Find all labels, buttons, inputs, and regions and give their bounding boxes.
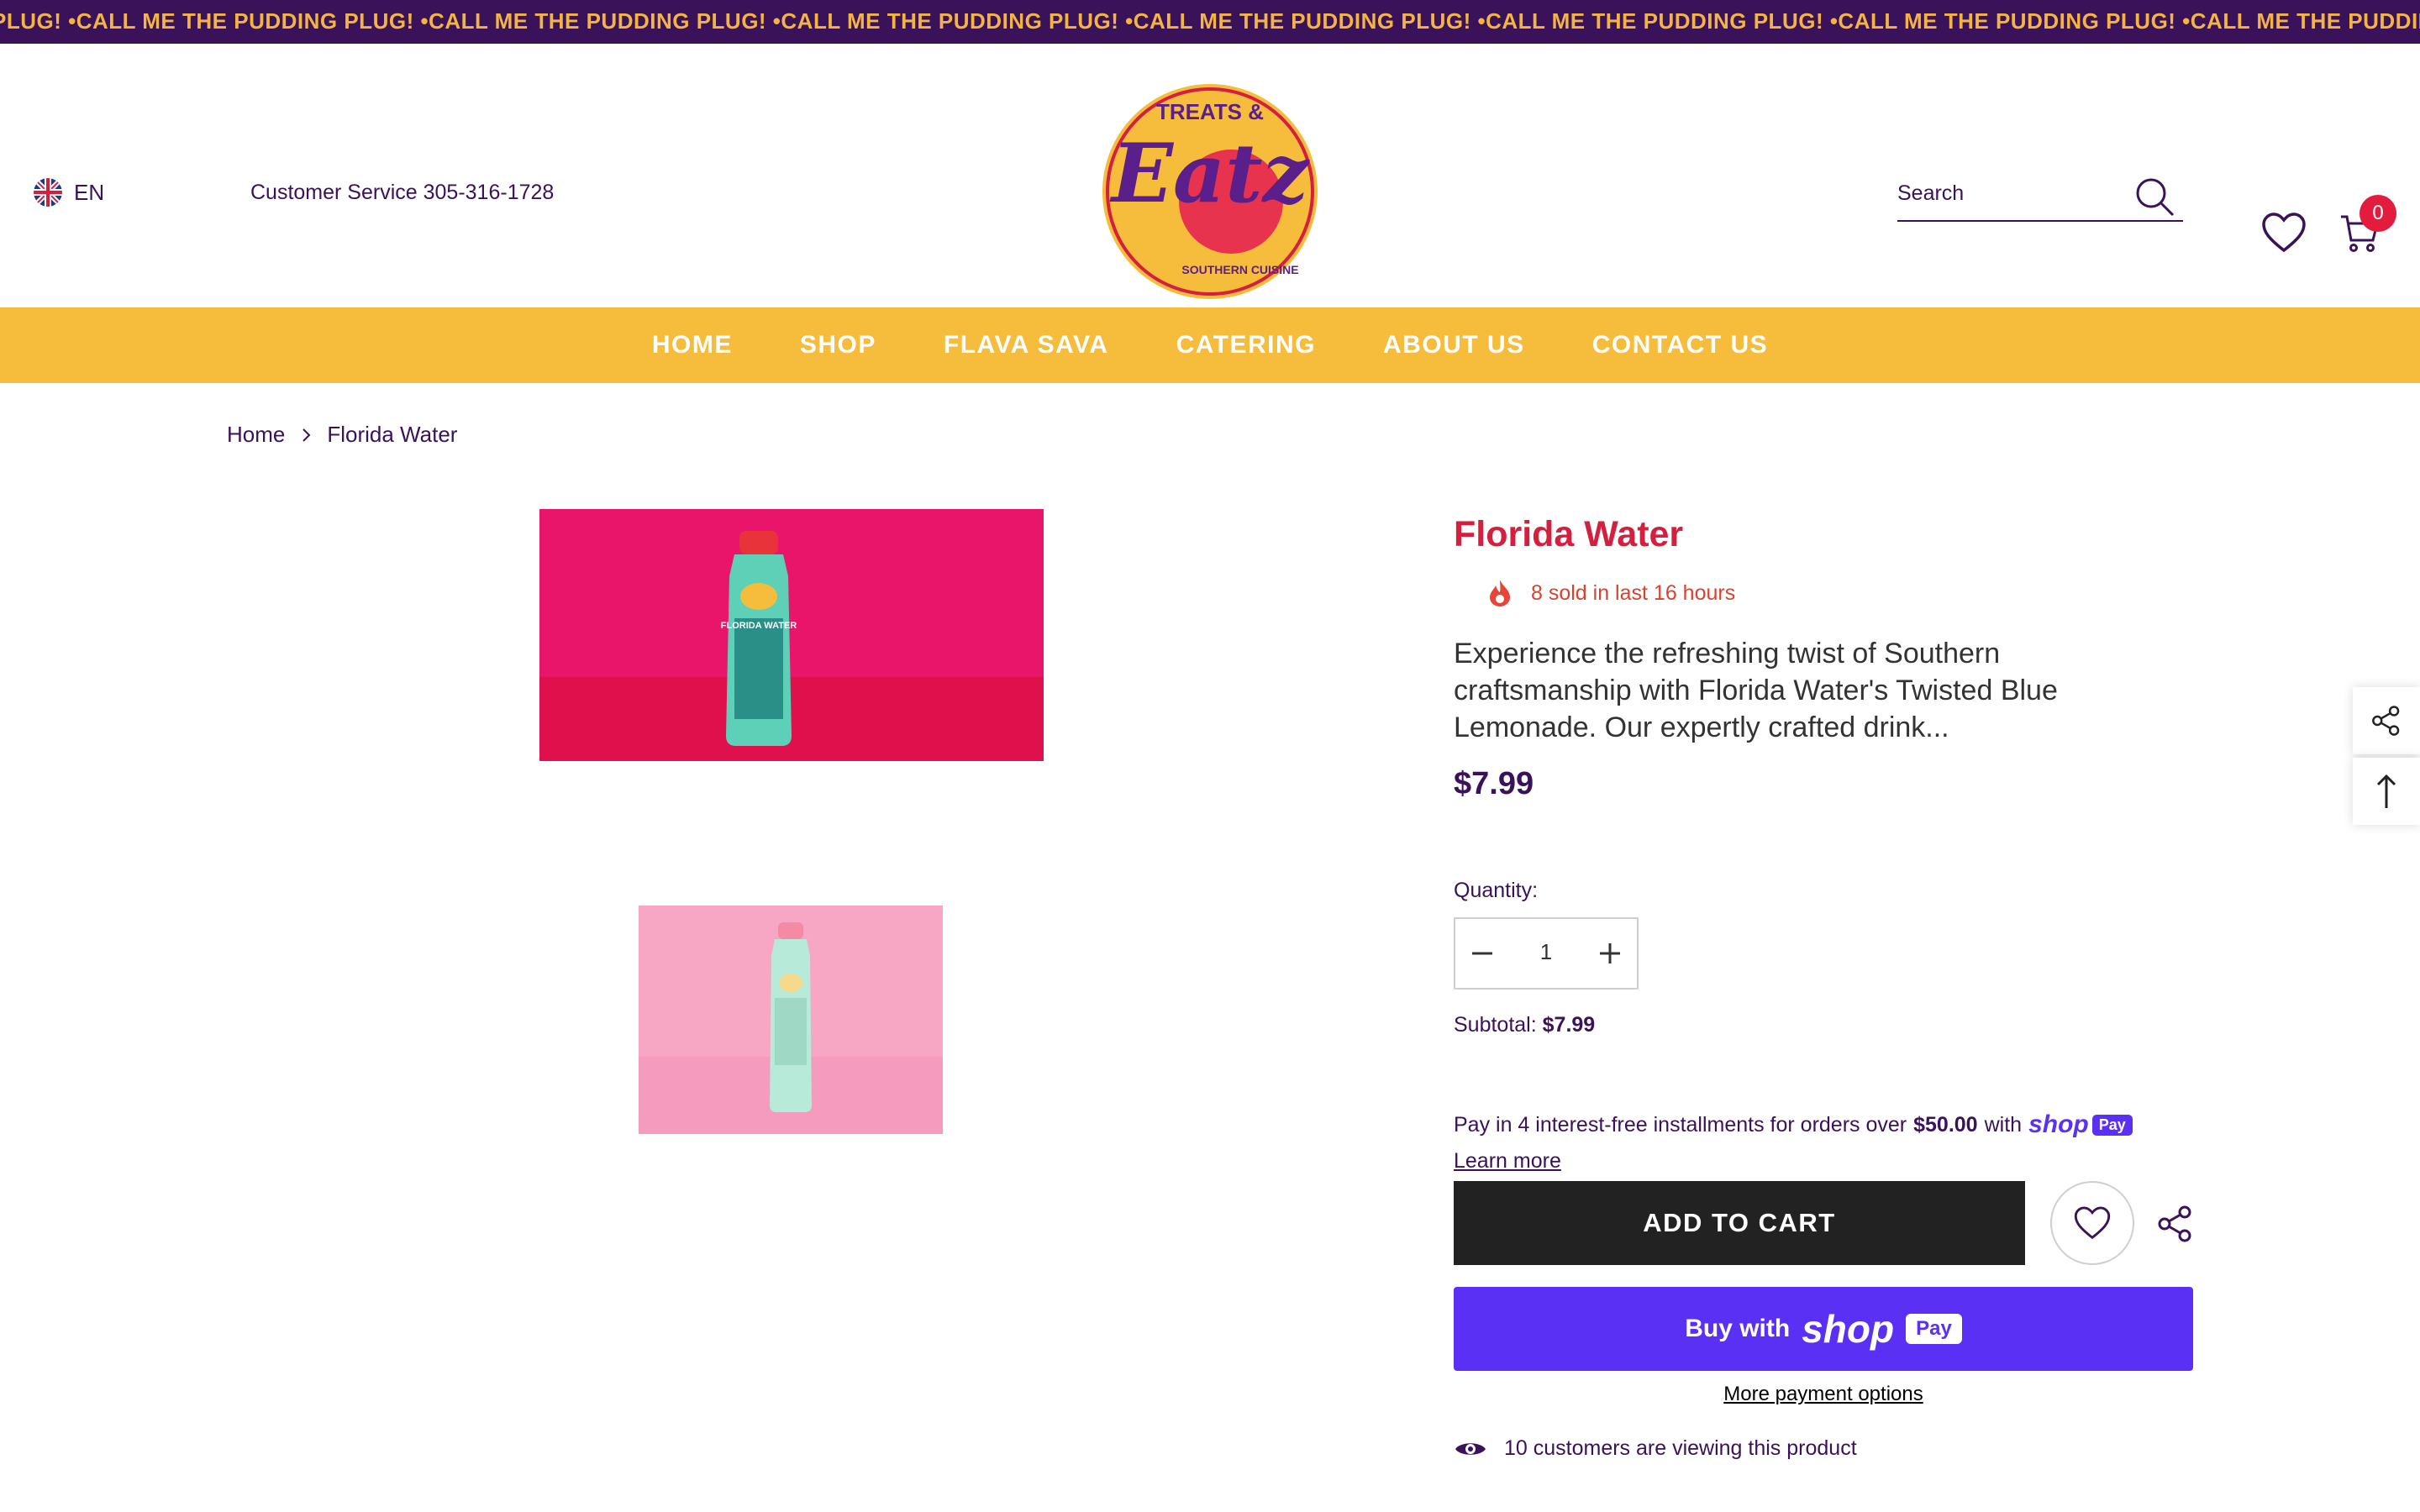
arrow-up-icon	[2376, 774, 2396, 808]
subtotal-label: Subtotal:	[1454, 1013, 1537, 1037]
breadcrumb-home[interactable]: Home	[227, 422, 285, 448]
heart-icon	[2074, 1206, 2111, 1240]
installments-message: Pay in 4 interest-free installments for …	[1454, 1110, 2133, 1139]
nav-flava-sava[interactable]: FLAVA SAVA	[944, 331, 1109, 360]
search-input[interactable]	[1897, 176, 2124, 210]
floating-share-button[interactable]	[2353, 687, 2420, 754]
viewers-text: 10 customers are viewing this product	[1504, 1436, 1857, 1460]
nav-contact-us[interactable]: CONTACT US	[1592, 331, 1768, 360]
sold-indicator: 8 sold in last 16 hours	[1487, 578, 1735, 608]
add-to-cart-button[interactable]: ADD TO CART	[1454, 1181, 2025, 1265]
installments-amount: $50.00	[1913, 1112, 1978, 1137]
more-payment-options-link[interactable]: More payment options	[1454, 1383, 2193, 1406]
back-to-top-button[interactable]	[2353, 758, 2420, 825]
quantity-stepper: 1	[1454, 917, 1639, 990]
plus-icon[interactable]	[1583, 919, 1637, 988]
shop-logo-word: shop	[2028, 1110, 2089, 1138]
fire-icon	[1490, 580, 1510, 606]
eye-icon	[1455, 1442, 1486, 1455]
buy-with-shop-pay-button[interactable]: Buy with shop Pay	[1454, 1287, 2193, 1371]
product-price: $7.99	[1454, 766, 1534, 801]
logo-top-text: TREATS &	[1156, 99, 1264, 124]
bottle-label-text: FLORIDA WATER	[721, 621, 797, 631]
wishlist-icon[interactable]	[2260, 212, 2307, 254]
pay-badge-large: Pay	[1906, 1314, 1962, 1344]
nav-about-us[interactable]: ABOUT US	[1383, 331, 1525, 360]
minus-icon[interactable]	[1455, 919, 1509, 988]
breadcrumb: Home Florida Water	[227, 422, 457, 448]
cart-count-badge: 0	[2360, 195, 2396, 232]
chevron-right-icon	[302, 428, 311, 442]
breadcrumb-current: Florida Water	[327, 422, 458, 447]
announcement-text: PLUG! •CALL ME THE PUDDING PLUG! •CALL M…	[0, 8, 2420, 34]
customer-service-text[interactable]: Customer Service 305-316-1728	[250, 181, 554, 205]
main-nav: HOME SHOP FLAVA SAVA CATERING ABOUT US C…	[0, 307, 2420, 383]
uk-flag-icon	[34, 178, 62, 207]
learn-more-link[interactable]: Learn more	[1454, 1149, 1561, 1173]
language-selector[interactable]: EN	[34, 178, 104, 207]
installments-with: with	[1984, 1112, 2023, 1137]
site-header: EN Customer Service 305-316-1728 Eatz TR…	[0, 44, 2420, 307]
nav-catering[interactable]: CATERING	[1176, 331, 1316, 360]
subtotal: Subtotal: $7.99	[1454, 1013, 1595, 1037]
shop-pay-logo: shop Pay	[2028, 1110, 2133, 1139]
share-icon	[2372, 706, 2400, 736]
product-title: Florida Water	[1454, 514, 1684, 554]
share-icon[interactable]	[2156, 1205, 2195, 1243]
shop-pay-badge: Pay	[2091, 1114, 2133, 1136]
language-label: EN	[74, 179, 105, 205]
announcement-bar: PLUG! •CALL ME THE PUDDING PLUG! •CALL M…	[0, 0, 2420, 44]
logo-main-text: Eatz	[1109, 126, 1311, 221]
eatz-logo[interactable]: Eatz TREATS & SOUTHERN CUISINE	[1084, 76, 1336, 301]
quantity-label: Quantity:	[1454, 879, 1539, 902]
subtotal-value: $7.99	[1542, 1013, 1596, 1037]
add-to-wishlist-button[interactable]	[2050, 1181, 2134, 1265]
search-icon[interactable]	[2133, 175, 2176, 218]
sold-text: 8 sold in last 16 hours	[1531, 580, 1736, 605]
nav-shop[interactable]: SHOP	[800, 331, 876, 360]
buy-with-label: Buy with	[1685, 1315, 1791, 1342]
installments-text: Pay in 4 interest-free installments for …	[1454, 1112, 1907, 1137]
search-box[interactable]	[1897, 170, 2183, 222]
shop-logo-large: shop	[1802, 1307, 1895, 1351]
product-description: Experience the refreshing twist of South…	[1454, 638, 2058, 743]
quantity-input[interactable]: 1	[1509, 939, 1583, 965]
logo-bottom-text: SOUTHERN CUISINE	[1181, 263, 1298, 276]
viewers-indicator: 10 customers are viewing this product	[1454, 1436, 1857, 1461]
product-image-main[interactable]: FLORIDA WATER	[539, 509, 1044, 761]
nav-home[interactable]: HOME	[652, 331, 733, 360]
product-image-thumbnail[interactable]	[639, 906, 943, 1134]
